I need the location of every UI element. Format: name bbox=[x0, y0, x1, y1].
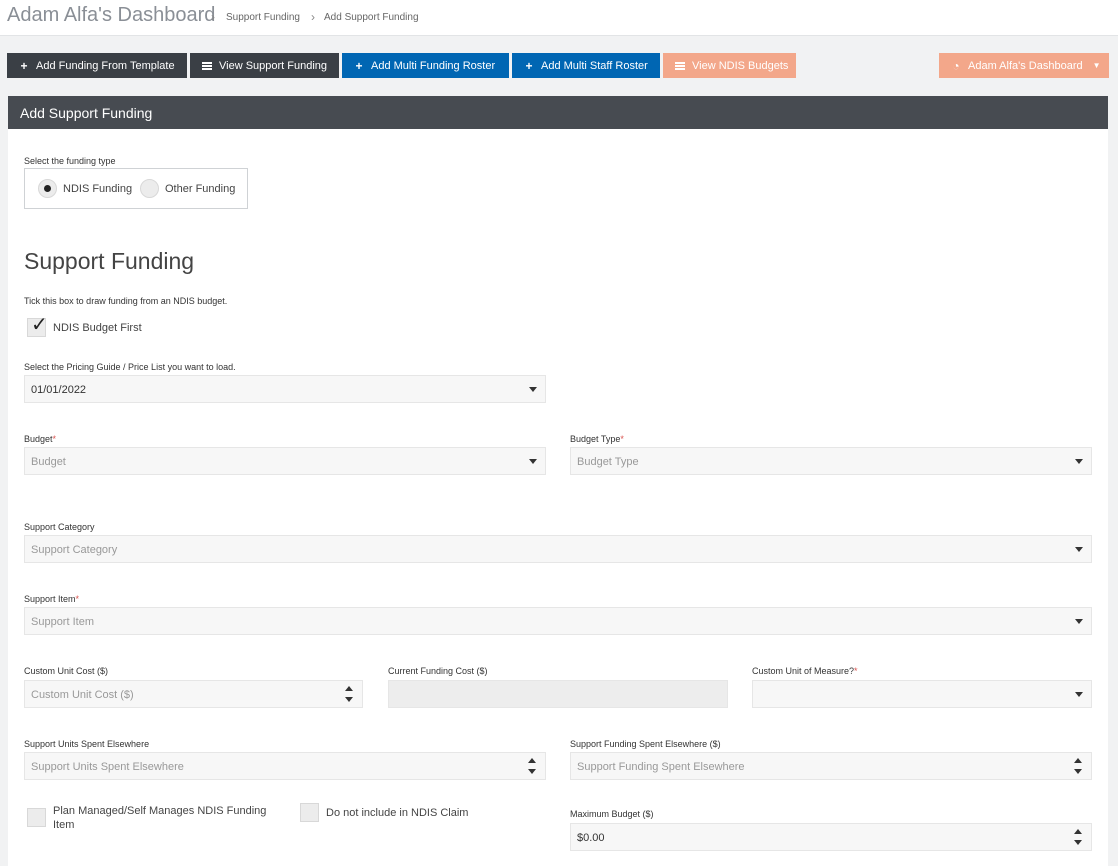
support-item-select[interactable]: Support Item bbox=[24, 607, 1092, 635]
add-multi-funding-roster-label: Add Multi Funding Roster bbox=[371, 59, 496, 72]
breadcrumb-separator-icon: › bbox=[211, 10, 215, 24]
budget-type-label: Budget Type* bbox=[570, 434, 624, 444]
view-support-funding-button[interactable]: View Support Funding bbox=[190, 53, 339, 78]
ndis-funding-label[interactable]: NDIS Funding bbox=[63, 183, 132, 195]
custom-uom-select[interactable] bbox=[752, 680, 1092, 708]
pricing-guide-select[interactable]: 01/01/2022 bbox=[24, 375, 546, 403]
units-elsewhere-placeholder: Support Units Spent Elsewhere bbox=[31, 761, 184, 773]
plus-icon: + bbox=[525, 58, 533, 73]
tick-hint: Tick this box to draw funding from an ND… bbox=[24, 296, 228, 306]
funding-type-group: NDIS Funding Other Funding bbox=[24, 168, 248, 209]
custom-unit-cost-label: Custom Unit Cost ($) bbox=[24, 666, 109, 676]
add-funding-template-label: Add Funding From Template bbox=[36, 59, 175, 72]
dashboard-gauge-icon: ◔ bbox=[952, 58, 960, 73]
top-bar: Adam Alfa's Dashboard › Support Funding … bbox=[0, 0, 1118, 36]
other-funding-radio[interactable] bbox=[140, 179, 159, 198]
breadcrumb-add-support-funding: Add Support Funding bbox=[324, 12, 419, 23]
list-icon bbox=[675, 61, 685, 70]
add-multi-staff-roster-label: Add Multi Staff Roster bbox=[541, 59, 648, 72]
chevron-down-icon bbox=[529, 387, 537, 392]
chevron-down-icon bbox=[1075, 547, 1083, 552]
section-title: Support Funding bbox=[24, 248, 195, 274]
checkmark-icon: ✓ bbox=[31, 314, 48, 336]
view-support-funding-label: View Support Funding bbox=[219, 59, 328, 72]
custom-unit-cost-input[interactable]: Custom Unit Cost ($) bbox=[24, 680, 363, 708]
units-elsewhere-input[interactable]: Support Units Spent Elsewhere bbox=[24, 752, 546, 780]
page-title: Adam Alfa's Dashboard bbox=[7, 4, 216, 26]
max-budget-label: Maximum Budget ($) bbox=[570, 809, 654, 819]
add-multi-funding-roster-button[interactable]: + Add Multi Funding Roster bbox=[342, 53, 509, 78]
units-elsewhere-label: Support Units Spent Elsewhere bbox=[24, 739, 150, 749]
support-item-placeholder: Support Item bbox=[31, 616, 94, 628]
chevron-down-icon bbox=[1075, 692, 1083, 697]
chevron-down-icon bbox=[1075, 459, 1083, 464]
plus-icon: + bbox=[20, 58, 28, 73]
custom-unit-cost-placeholder: Custom Unit Cost ($) bbox=[31, 689, 134, 701]
budget-type-select[interactable]: Budget Type bbox=[570, 447, 1092, 475]
max-budget-input[interactable]: $0.00 bbox=[570, 823, 1092, 851]
funding-elsewhere-placeholder: Support Funding Spent Elsewhere bbox=[577, 761, 745, 773]
number-spinner-icon[interactable] bbox=[528, 758, 536, 774]
budget-label: Budget* bbox=[24, 434, 57, 444]
plan-managed-label[interactable]: Plan Managed/Self Manages NDIS Funding I… bbox=[53, 804, 283, 832]
other-funding-label[interactable]: Other Funding bbox=[165, 183, 235, 195]
caret-down-icon: ▼ bbox=[1092, 61, 1101, 70]
pricing-guide-label: Select the Pricing Guide / Price List yo… bbox=[24, 362, 236, 372]
custom-uom-label: Custom Unit of Measure?* bbox=[752, 666, 858, 676]
funding-elsewhere-input[interactable]: Support Funding Spent Elsewhere bbox=[570, 752, 1092, 780]
support-category-select[interactable]: Support Category bbox=[24, 535, 1092, 563]
number-spinner-icon[interactable] bbox=[345, 686, 353, 702]
number-spinner-icon[interactable] bbox=[1074, 758, 1082, 774]
chevron-down-icon bbox=[529, 459, 537, 464]
current-funding-cost-field bbox=[388, 680, 728, 708]
ndis-funding-radio[interactable] bbox=[38, 179, 57, 198]
breadcrumb-support-funding[interactable]: Support Funding bbox=[226, 12, 300, 23]
dashboard-menu-button[interactable]: ◔ Adam Alfa's Dashboard ▼ bbox=[939, 53, 1109, 78]
number-spinner-icon[interactable] bbox=[1074, 829, 1082, 845]
chevron-down-icon bbox=[1075, 619, 1083, 624]
funding-type-label: Select the funding type bbox=[24, 156, 116, 166]
support-category-label: Support Category bbox=[24, 522, 95, 532]
list-icon bbox=[202, 61, 212, 70]
add-funding-template-button[interactable]: + Add Funding From Template bbox=[7, 53, 187, 78]
budget-placeholder: Budget bbox=[31, 456, 66, 468]
pricing-guide-value: 01/01/2022 bbox=[31, 384, 87, 396]
not-include-ndis-claim-checkbox[interactable] bbox=[300, 803, 319, 822]
add-support-funding-panel: Add Support Funding Select the funding t… bbox=[8, 96, 1108, 866]
view-ndis-budgets-label: View NDIS Budgets bbox=[692, 59, 789, 72]
not-include-ndis-claim-label[interactable]: Do not include in NDIS Claim bbox=[326, 807, 468, 819]
plan-managed-checkbox[interactable] bbox=[27, 808, 46, 827]
ndis-budget-first-label[interactable]: NDIS Budget First bbox=[53, 322, 142, 334]
plus-icon: + bbox=[355, 58, 363, 73]
view-ndis-budgets-button[interactable]: View NDIS Budgets bbox=[663, 53, 796, 78]
budget-select[interactable]: Budget bbox=[24, 447, 546, 475]
panel-title: Add Support Funding bbox=[8, 96, 1108, 129]
ndis-budget-first-checkbox[interactable]: ✓ bbox=[27, 314, 48, 337]
budget-type-placeholder: Budget Type bbox=[577, 456, 639, 468]
max-budget-value: $0.00 bbox=[577, 832, 605, 844]
funding-elsewhere-label: Support Funding Spent Elsewhere ($) bbox=[570, 739, 721, 749]
support-category-placeholder: Support Category bbox=[31, 544, 118, 556]
current-funding-cost-label: Current Funding Cost ($) bbox=[388, 666, 488, 676]
dashboard-menu-label: Adam Alfa's Dashboard bbox=[968, 59, 1083, 72]
support-item-label: Support Item* bbox=[24, 594, 80, 604]
add-multi-staff-roster-button[interactable]: + Add Multi Staff Roster bbox=[512, 53, 660, 78]
breadcrumb-separator-icon: › bbox=[311, 10, 315, 24]
